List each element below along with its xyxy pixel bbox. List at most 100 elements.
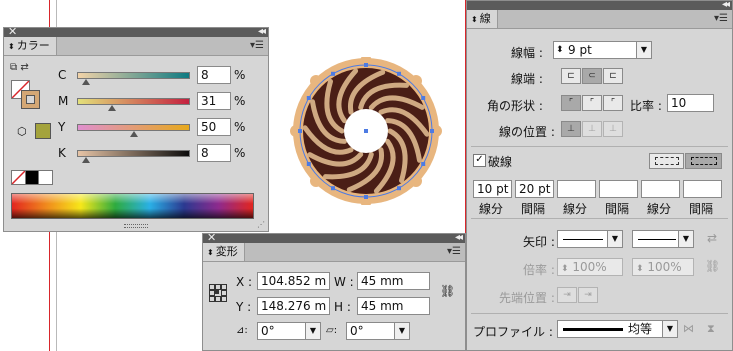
arrow-end-dropdown[interactable]: ▼ [632, 230, 694, 248]
x-input[interactable]: 104.852 m [257, 272, 330, 290]
channel-input[interactable]: 8 [197, 144, 231, 162]
align-outside-button[interactable]: ⊥ [603, 121, 623, 137]
round-cap-button[interactable]: ⊂ [582, 68, 602, 84]
dash-gap-input[interactable]: 20 pt [515, 180, 554, 198]
tab-stroke-label: 線 [479, 12, 491, 25]
anchor-point[interactable] [364, 63, 368, 67]
channel-slider[interactable] [77, 150, 190, 157]
channel-input[interactable]: 31 [197, 92, 231, 110]
anchor-point[interactable] [364, 195, 368, 199]
join-label: 角の形状 : [487, 99, 543, 113]
none-swatch[interactable] [11, 170, 26, 185]
tip-extend-button[interactable]: ⇥ [557, 287, 577, 303]
align-center-button[interactable]: ⊥ [561, 121, 581, 137]
swap-defaults-icons[interactable]: ⧉ ⇄ [10, 62, 29, 73]
selected-artwork[interactable] [288, 57, 444, 205]
butt-cap-button[interactable]: ⊏ [561, 68, 581, 84]
swap-arrows-icon[interactable]: ⇄ [707, 231, 717, 245]
dash-gap-input[interactable] [683, 180, 722, 198]
dash-gap-input[interactable] [599, 180, 638, 198]
color-spectrum-bar[interactable] [11, 193, 254, 219]
limit-input[interactable]: 10 [667, 94, 714, 112]
tip-label: 先端位置 : [499, 291, 555, 305]
chevron-down-icon: ▼ [394, 323, 409, 339]
weight-dropdown[interactable]: ⬍ 9 pt ▼ [553, 41, 652, 59]
anchor-point[interactable] [421, 162, 426, 166]
anchor-point[interactable] [306, 162, 311, 166]
slider-thumb[interactable] [129, 131, 138, 137]
shear-dropdown[interactable]: 0° ▼ [346, 322, 410, 340]
stroke-swatch[interactable] [21, 90, 40, 109]
channel-slider[interactable] [77, 72, 190, 79]
slider-thumb[interactable] [108, 105, 117, 111]
dash-gap-input[interactable]: 10 pt [473, 180, 512, 198]
channel-input[interactable]: 8 [197, 66, 231, 84]
stroke-panel-titlebar[interactable]: ◂◂ [467, 0, 732, 10]
panel-menu-icon[interactable]: ▾☰ [250, 40, 264, 51]
h-input[interactable]: 45 mm [357, 297, 430, 315]
rotate-value: 0° [261, 324, 275, 338]
anchor-point[interactable] [306, 96, 311, 100]
dashed-checkbox[interactable]: ✓ [473, 154, 486, 167]
arrow-start-dropdown[interactable]: ▼ [557, 230, 623, 248]
panel-menu-icon[interactable]: ▾☰ [714, 13, 728, 24]
resize-grip[interactable] [124, 224, 148, 228]
transform-panel-titlebar[interactable]: ✕ ◂◂ [203, 231, 465, 244]
channel-slider[interactable] [77, 98, 190, 105]
cube-icon: ⬡ [17, 125, 27, 138]
chevron-down-icon: ▼ [607, 231, 622, 247]
projecting-cap-button[interactable]: ⊏ [603, 68, 623, 84]
anchor-point[interactable] [421, 96, 426, 100]
center-point [364, 129, 368, 133]
dash-gap-input[interactable] [641, 180, 680, 198]
tab-transform[interactable]: ⬍ 変形 [203, 243, 245, 261]
link-scale-icon[interactable]: ⛓ [705, 259, 720, 273]
out-of-gamut-swatch[interactable] [35, 123, 51, 139]
anchor-point[interactable] [331, 186, 335, 191]
arrow-label: 矢印 : [523, 235, 555, 249]
anchor-point[interactable] [397, 186, 401, 191]
weight-value: 9 pt [568, 43, 592, 57]
scale-label: 倍率 : [523, 263, 555, 277]
scale-start-input[interactable]: ⬍ 100% [557, 258, 623, 276]
stroke-panel: ◂◂ ⬍ 線 ▾☰ 線幅 : ⬍ 9 pt ▼ 線端 : ⊏ ⊂ ⊏ 角の形状 :… [466, 0, 733, 351]
y-input[interactable]: 148.276 m [257, 297, 330, 315]
dash-gap-label: 線分 [563, 202, 588, 216]
y-label: Y : [236, 300, 252, 314]
slider-thumb[interactable] [82, 157, 91, 163]
white-swatch[interactable] [38, 170, 53, 185]
align-inside-button[interactable]: ⊥ [582, 121, 602, 137]
reference-point-icon[interactable] [209, 284, 227, 302]
color-panel-titlebar[interactable]: ✕ ◂◂ [4, 25, 268, 38]
slider-thumb[interactable] [82, 79, 91, 85]
anchor-point[interactable] [331, 71, 335, 76]
channel-input[interactable]: 50 [197, 118, 231, 136]
constrain-proportions-icon[interactable]: ⛓ [440, 284, 455, 298]
transform-panel: ✕ ◂◂ ⬍ 変形 ▾☰ X : 104.852 m W : 45 mm Y : … [202, 231, 466, 351]
shear-icon: ▱: [326, 325, 338, 336]
channel-label: Y [58, 120, 66, 134]
stepper-icon[interactable]: ⬍ [556, 42, 564, 58]
tab-color[interactable]: ⬍ カラー [4, 37, 57, 55]
bevel-join-button[interactable]: ⌜ [603, 95, 623, 111]
flip-vertical-icon[interactable]: ⧗ [707, 322, 715, 336]
flip-horizontal-icon[interactable]: ⋈ [683, 322, 694, 335]
round-join-button[interactable]: ⌜ [582, 95, 602, 111]
profile-dropdown[interactable]: 均等 ▼ [557, 320, 678, 338]
color-panel: ✕ ◂◂ ⬍ カラー ▾☰ ⧉ ⇄ ⬡ C 8% M 31% Y 50% K 8% ⋰ [3, 25, 269, 232]
anchor-point[interactable] [397, 71, 401, 76]
align-dash-corners-button[interactable] [685, 153, 722, 169]
tab-stroke[interactable]: ⬍ 線 [467, 10, 498, 28]
channel-slider[interactable] [77, 124, 190, 131]
preserve-dash-button[interactable] [649, 153, 684, 169]
scale-end-input[interactable]: ⬍ 100% [632, 258, 694, 276]
panel-menu-icon[interactable]: ▾☰ [447, 246, 461, 257]
resize-corner-icon[interactable]: ⋰ [257, 220, 265, 229]
miter-join-button[interactable]: ⌜ [561, 95, 581, 111]
dash-gap-input[interactable] [557, 180, 596, 198]
w-input[interactable]: 45 mm [357, 272, 430, 290]
anchor-point[interactable] [298, 129, 302, 133]
anchor-point[interactable] [430, 129, 434, 133]
rotate-dropdown[interactable]: 0° ▼ [257, 322, 321, 340]
tip-place-button[interactable]: ⇥ [578, 287, 598, 303]
